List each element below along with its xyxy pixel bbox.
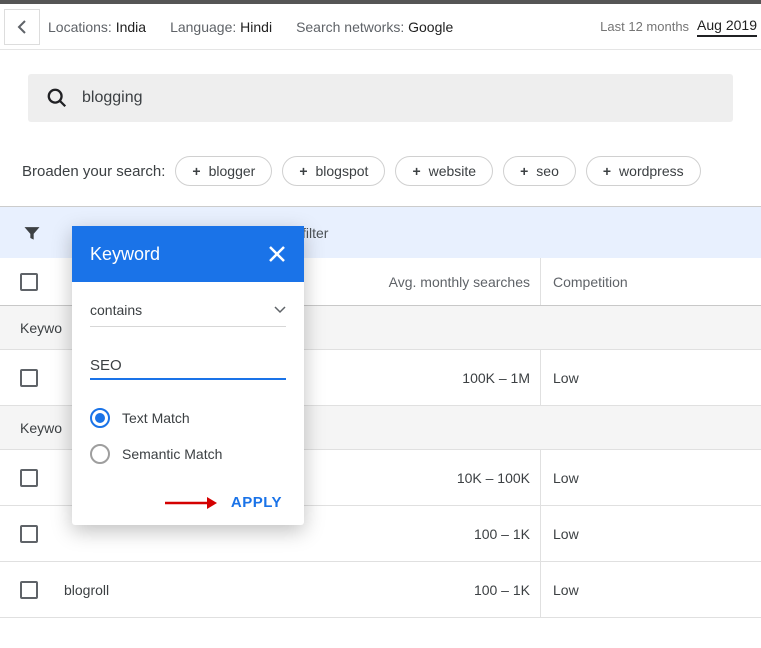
plus-icon: + [412, 163, 420, 179]
broaden-chip-blogspot[interactable]: + blogspot [282, 156, 385, 186]
match-type-dropdown[interactable]: contains [90, 296, 286, 327]
row-checkbox[interactable] [20, 369, 38, 387]
chip-label: seo [536, 163, 559, 179]
competition-cell: Low [540, 506, 690, 561]
column-competition[interactable]: Competition [540, 258, 690, 305]
keyword-filter-popover: Keyword contains Text Match Semantic Mat… [72, 226, 304, 525]
dropdown-value: contains [90, 302, 142, 318]
radio-semantic-match[interactable]: Semantic Match [90, 444, 286, 464]
search-value: blogging [82, 89, 143, 107]
chip-label: blogspot [316, 163, 369, 179]
chevron-left-icon [17, 20, 27, 34]
radio-text-match[interactable]: Text Match [90, 408, 286, 428]
date-range[interactable]: Aug 2019 [697, 17, 757, 37]
date-label: Last 12 months [600, 19, 689, 34]
row-checkbox[interactable] [20, 469, 38, 487]
searches-cell: 100 – 1K [354, 582, 540, 598]
broaden-chip-blogger[interactable]: + blogger [175, 156, 272, 186]
plus-icon: + [299, 163, 307, 179]
annotation-arrow-icon [163, 495, 219, 511]
networks-value: Google [408, 19, 453, 35]
keyword-search-input[interactable]: blogging [28, 74, 733, 122]
chip-label: wordpress [619, 163, 684, 179]
keyword-cell: blogroll [64, 582, 354, 598]
searches-cell: 10K – 100K [354, 470, 540, 486]
back-button[interactable] [4, 9, 40, 45]
networks-label: Search networks: [296, 19, 404, 35]
apply-button[interactable]: APPLY [231, 494, 282, 511]
plus-icon: + [520, 163, 528, 179]
locations-filter[interactable]: Locations: India [48, 19, 146, 35]
breadcrumb-bar: Locations: India Language: Hindi Search … [0, 4, 761, 50]
plus-icon: + [603, 163, 611, 179]
locations-label: Locations: [48, 19, 112, 35]
plus-icon: + [192, 163, 200, 179]
language-value: Hindi [240, 19, 272, 35]
searches-cell: 100K – 1M [354, 370, 540, 386]
add-filter-text[interactable]: filter [302, 225, 328, 241]
select-all-checkbox[interactable] [20, 273, 38, 291]
close-icon[interactable] [268, 245, 286, 263]
search-icon [46, 87, 68, 109]
chip-label: website [429, 163, 476, 179]
radio-label: Semantic Match [122, 446, 222, 462]
row-checkbox[interactable] [20, 525, 38, 543]
locations-value: India [116, 19, 146, 35]
networks-filter[interactable]: Search networks: Google [296, 19, 453, 35]
filter-icon[interactable] [22, 223, 42, 243]
language-label: Language: [170, 19, 236, 35]
radio-label: Text Match [122, 410, 190, 426]
competition-cell: Low [540, 562, 690, 617]
popover-title: Keyword [90, 244, 160, 265]
competition-cell: Low [540, 450, 690, 505]
column-searches[interactable]: Avg. monthly searches [354, 274, 540, 290]
chip-label: blogger [209, 163, 256, 179]
filter-text-input[interactable] [90, 353, 286, 380]
broaden-label: Broaden your search: [22, 163, 165, 180]
radio-icon [90, 408, 110, 428]
broaden-chip-seo[interactable]: + seo [503, 156, 576, 186]
row-checkbox[interactable] [20, 581, 38, 599]
language-filter[interactable]: Language: Hindi [170, 19, 272, 35]
searches-cell: 100 – 1K [354, 526, 540, 542]
broaden-search-row: Broaden your search: + blogger + blogspot + w… [0, 140, 761, 206]
broaden-chip-wordpress[interactable]: + wordpress [586, 156, 701, 186]
competition-cell: Low [540, 350, 690, 405]
chevron-down-icon [274, 306, 286, 314]
table-row: blogroll 100 – 1K Low [0, 562, 761, 618]
broaden-chip-website[interactable]: + website [395, 156, 493, 186]
radio-icon [90, 444, 110, 464]
